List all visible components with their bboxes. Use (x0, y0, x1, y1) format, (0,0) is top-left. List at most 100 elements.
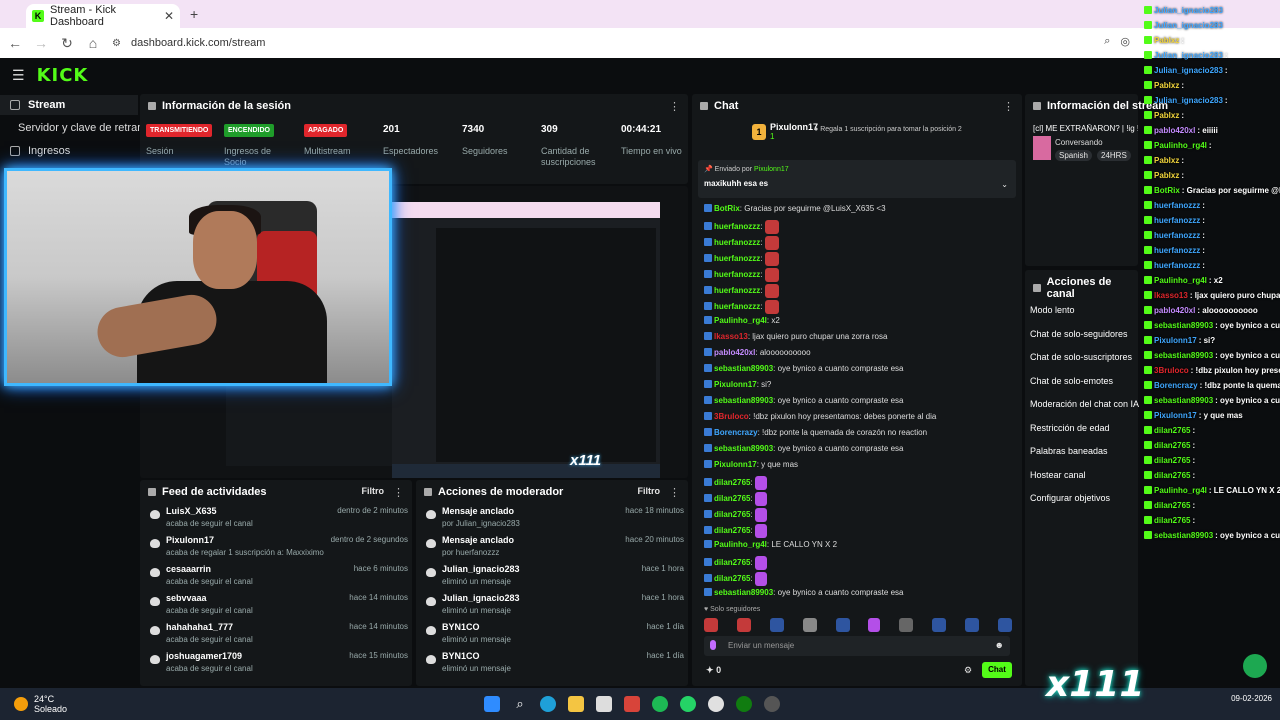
emote-icon[interactable] (736, 618, 751, 632)
chat-username[interactable]: dilan2765 (714, 478, 750, 487)
chat-username[interactable]: Borencrazy (714, 428, 758, 437)
chat-message[interactable]: huerfanozzz: (704, 252, 779, 266)
chevron-down-icon[interactable]: ⌄ (1001, 180, 1008, 189)
emote-icon[interactable] (997, 618, 1012, 632)
chat-settings-icon[interactable]: ⚙ (964, 665, 972, 676)
session-menu-icon[interactable]: ⋮ (669, 100, 680, 113)
chat-username[interactable]: Pixulonn17 (714, 380, 757, 389)
activity-row[interactable]: cesaaarrin acaba de seguir el canal hace 6… (148, 564, 408, 592)
eye-off-icon[interactable]: ◎ (1120, 35, 1130, 48)
url-field[interactable]: dashboard.kick.com/stream (131, 37, 266, 49)
stream-preview[interactable]: x111 (392, 202, 660, 478)
chat-username[interactable]: pablo420xl (714, 348, 755, 357)
menu-icon[interactable]: ☰ (12, 67, 25, 84)
zoom-icon[interactable]: ⌕ (1104, 35, 1110, 48)
chat-username[interactable]: huerfanozzz (714, 286, 760, 295)
activity-user[interactable]: LuisX_X635 (166, 506, 217, 516)
home-icon[interactable]: ⌂ (80, 35, 106, 51)
chat-message[interactable]: dilan2765: (704, 492, 767, 506)
chat-message[interactable]: Pixulonn17: y que mas (704, 460, 798, 469)
channel-action-item[interactable]: Hostear canal (1030, 470, 1086, 480)
chat-username[interactable]: huerfanozzz (714, 254, 760, 263)
chat-message[interactable]: lkasso13: ljax quiero puro chupar una zo… (704, 332, 887, 341)
mod-filter-button[interactable]: Filtro (638, 486, 661, 496)
gift-prompt[interactable]: ● Regala 1 suscripción para tomar la pos… (814, 126, 962, 133)
snipping-tool-icon[interactable] (596, 696, 612, 712)
chat-username[interactable]: huerfanozzz (714, 270, 760, 279)
chat-message[interactable]: Borencrazy: !dbz ponte la quemada de cor… (704, 428, 927, 437)
chat-message[interactable]: sebastian89903: oye bynico a cuanto comp… (704, 396, 903, 405)
kick-logo[interactable]: KICK (37, 65, 89, 86)
activity-menu-icon[interactable]: ⋮ (393, 486, 404, 499)
chat-message[interactable]: sebastian89903: oye bynico a cuanto comp… (704, 444, 903, 453)
activity-row[interactable]: sebvvaaa acaba de seguir el canal hace 14 … (148, 593, 408, 621)
chat-message[interactable]: 3Bruloco: !dbz pixulon hoy presentamos: … (704, 412, 936, 421)
chat-message[interactable]: Paulinho_rg4l: LE CALLO YN X 2 (704, 540, 837, 549)
chat-message[interactable]: Paulinho_rg4l: x2 (704, 316, 780, 325)
chat-message[interactable]: sebastian89903: oye bynico a cuanto comp… (704, 364, 903, 373)
activity-user[interactable]: Pixulonn17 (166, 535, 214, 545)
chat-username[interactable]: Paulinho_rg4l (714, 316, 767, 325)
forward-icon[interactable]: → (28, 35, 54, 51)
channel-action-item[interactable]: Palabras baneadas (1030, 446, 1108, 456)
activity-row[interactable]: Pixulonn17 acaba de regalar 1 suscripción… (148, 535, 408, 563)
chat-username[interactable]: BotRix (714, 204, 740, 213)
edge-icon[interactable] (540, 696, 556, 712)
whatsapp-icon[interactable] (680, 696, 696, 712)
channel-action-item[interactable]: Chat de solo-seguidores (1030, 329, 1128, 339)
sidebar-item-income[interactable]: Ingresos (0, 141, 138, 161)
channel-action-item[interactable]: Chat de solo-suscriptores (1030, 352, 1132, 362)
activity-user[interactable]: sebvvaaa (166, 593, 207, 603)
mod-action-row[interactable]: BYN1CO eliminó un mensaje hace 1 día (424, 622, 684, 650)
chat-username[interactable]: dilan2765 (714, 574, 750, 583)
chat-username[interactable]: sebastian89903 (714, 444, 773, 453)
file-explorer-icon[interactable] (568, 696, 584, 712)
chat-message[interactable]: huerfanozzz: (704, 220, 779, 234)
chat-message[interactable]: dilan2765: (704, 508, 767, 522)
send-chat-button[interactable]: Chat (982, 662, 1012, 678)
channel-action-item[interactable]: Modo lento (1030, 305, 1075, 315)
chat-message[interactable]: Pixulonn17: si? (704, 380, 771, 389)
mod-menu-icon[interactable]: ⋮ (669, 486, 680, 499)
chat-message[interactable]: dilan2765: (704, 524, 767, 538)
chat-message[interactable]: dilan2765: (704, 556, 767, 570)
chat-message[interactable]: dilan2765: (704, 572, 767, 586)
activity-row[interactable]: LuisX_X635 acaba de seguir el canal dentro… (148, 506, 408, 534)
chat-username[interactable]: dilan2765 (714, 510, 750, 519)
activity-row[interactable]: joshuagamer1709 acaba de seguir el canal h… (148, 651, 408, 679)
new-tab-icon[interactable]: + (190, 6, 198, 22)
channel-action-item[interactable]: Configurar objetivos (1030, 493, 1110, 503)
chrome-icon[interactable] (708, 696, 724, 712)
chat-username[interactable]: huerfanozzz (714, 302, 760, 311)
channel-action-item[interactable]: Moderación del chat con IA (1030, 399, 1139, 409)
emoji-icon[interactable]: ☻ (995, 640, 1004, 650)
chat-message[interactable]: dilan2765: (704, 476, 767, 490)
activity-user[interactable]: hahahaha1_777 (166, 622, 233, 632)
emote-icon[interactable] (704, 618, 718, 632)
activity-user[interactable]: cesaaarrin (166, 564, 211, 574)
chat-username[interactable]: sebastian89903 (714, 364, 773, 373)
close-tab-icon[interactable]: ✕ (164, 9, 174, 23)
back-icon[interactable]: ← (2, 35, 28, 51)
chat-message[interactable]: huerfanozzz: (704, 268, 779, 282)
chat-message[interactable]: huerfanozzz: (704, 300, 779, 314)
mod-action-row[interactable]: Mensaje anclado por huerfanozzz hace 20 mi… (424, 535, 684, 563)
chat-message[interactable]: huerfanozzz: (704, 284, 779, 298)
search-icon[interactable]: ⌕ (512, 696, 528, 712)
spotify-icon[interactable] (652, 696, 668, 712)
chat-username[interactable]: dilan2765 (714, 526, 750, 535)
reload-icon[interactable]: ↻ (54, 35, 80, 52)
chat-username[interactable]: huerfanozzz (714, 238, 760, 247)
chat-username[interactable]: sebastian89903 (714, 396, 773, 405)
start-icon[interactable] (484, 696, 500, 712)
pinned-message[interactable]: 📌 Enviado por Pixulonn17 maxikuhh esa es… (698, 160, 1016, 198)
activity-row[interactable]: hahahaha1_777 acaba de seguir el canal hac… (148, 622, 408, 650)
chat-username[interactable]: sebastian89903 (714, 588, 773, 597)
activity-user[interactable]: joshuagamer1709 (166, 651, 242, 661)
mod-action-row[interactable]: BYN1CO eliminó un mensaje hace 1 día (424, 651, 684, 679)
emote-icon[interactable] (965, 618, 979, 632)
emote-icon[interactable] (899, 618, 914, 632)
chat-username[interactable]: Pixulonn17 (714, 460, 757, 469)
notification-bubble[interactable] (1243, 654, 1267, 678)
channel-action-item[interactable]: Chat de solo-emotes (1030, 376, 1113, 386)
